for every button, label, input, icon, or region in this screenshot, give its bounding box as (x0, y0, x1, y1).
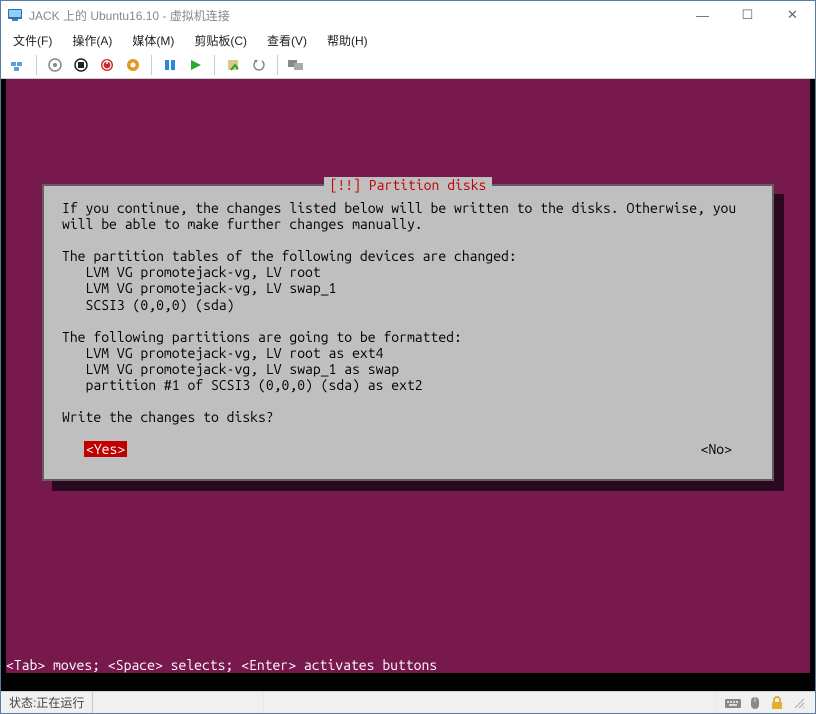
status-state: 状态: 正在运行 (1, 692, 93, 713)
toolbar (1, 51, 815, 79)
dialog-buttons: <Yes> <No> (62, 441, 754, 457)
toolbar-separator (214, 55, 215, 75)
no-button[interactable]: <No> (701, 441, 732, 457)
menu-file[interactable]: 文件(F) (9, 30, 56, 51)
ctrl-alt-del-button[interactable] (7, 54, 29, 76)
close-button[interactable]: ✕ (770, 1, 815, 29)
menu-clipboard[interactable]: 剪贴板(C) (190, 30, 251, 51)
pause-button[interactable] (159, 54, 181, 76)
dialog-title: [!!] Partition disks (44, 177, 772, 193)
window: JACK 上的 Ubuntu16.10 - 虚拟机连接 — ☐ ✕ 文件(F) … (0, 0, 816, 714)
shutdown-button[interactable] (96, 54, 118, 76)
partition-dialog: [!!] Partition disks If you continue, th… (42, 184, 774, 481)
turn-off-button[interactable] (70, 54, 92, 76)
app-icon (7, 7, 23, 23)
save-state-button[interactable] (122, 54, 144, 76)
window-controls: — ☐ ✕ (680, 1, 815, 29)
dialog-box: [!!] Partition disks If you continue, th… (42, 184, 774, 481)
maximize-button[interactable]: ☐ (725, 1, 770, 29)
vm-display[interactable]: [!!] Partition disks If you continue, th… (1, 79, 815, 691)
resize-grip-icon[interactable] (791, 695, 807, 711)
menu-help[interactable]: 帮助(H) (323, 30, 372, 51)
ubuntu-installer-screen: [!!] Partition disks If you continue, th… (6, 79, 810, 673)
status-spacer (263, 692, 717, 713)
yes-button[interactable]: <Yes> (84, 441, 127, 457)
menu-media[interactable]: 媒体(M) (128, 30, 178, 51)
minimize-button[interactable]: — (680, 1, 725, 29)
keyboard-icon (725, 695, 741, 711)
toolbar-separator (277, 55, 278, 75)
toolbar-separator (151, 55, 152, 75)
revert-button[interactable] (248, 54, 270, 76)
toolbar-separator (36, 55, 37, 75)
checkpoint-button[interactable] (222, 54, 244, 76)
statusbar: 状态: 正在运行 (1, 691, 815, 713)
menubar: 文件(F) 操作(A) 媒体(M) 剪贴板(C) 查看(V) 帮助(H) (1, 29, 815, 51)
start-button[interactable] (44, 54, 66, 76)
titlebar: JACK 上的 Ubuntu16.10 - 虚拟机连接 — ☐ ✕ (1, 1, 815, 29)
menu-view[interactable]: 查看(V) (263, 30, 311, 51)
menu-action[interactable]: 操作(A) (68, 30, 116, 51)
window-title: JACK 上的 Ubuntu16.10 - 虚拟机连接 (29, 7, 680, 24)
enhanced-session-button[interactable] (285, 54, 307, 76)
lock-icon (769, 695, 785, 711)
hint-line: <Tab> moves; <Space> selects; <Enter> ac… (6, 657, 810, 673)
reset-button[interactable] (185, 54, 207, 76)
dialog-body: If you continue, the changes listed belo… (62, 200, 754, 425)
mouse-icon (747, 695, 763, 711)
status-icons (717, 695, 815, 711)
